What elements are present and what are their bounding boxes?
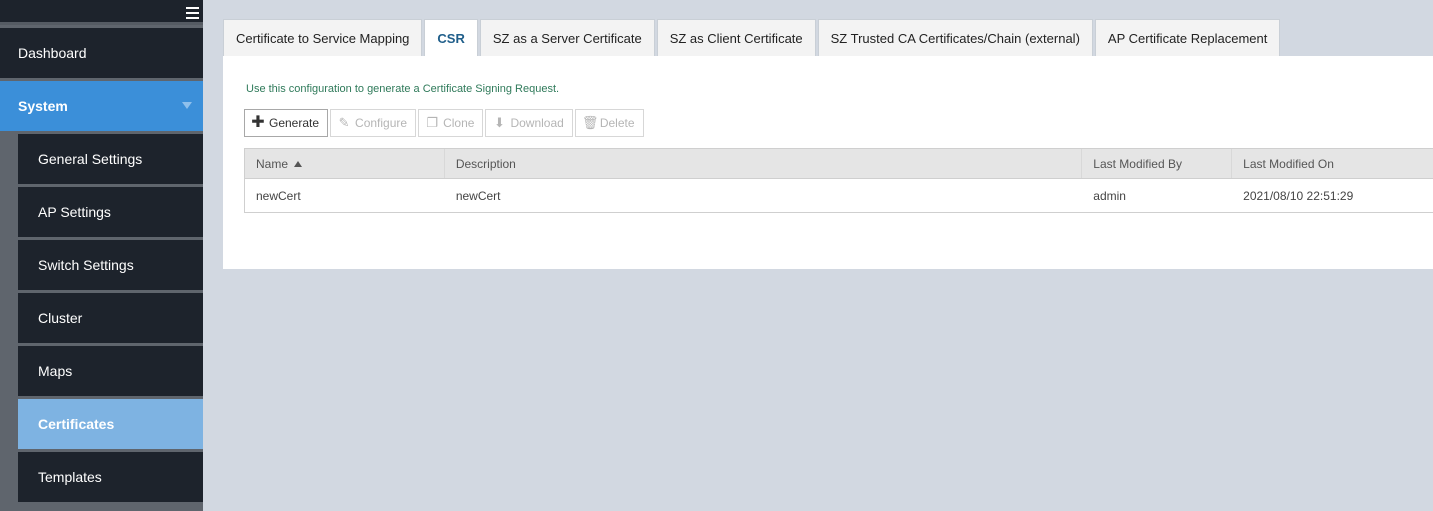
pencil-icon: ✎ (338, 115, 350, 130)
tab-bar: Certificate to Service Mapping CSR SZ as… (223, 19, 1282, 57)
sidebar-item-ap-settings[interactable]: AP Settings (18, 187, 203, 237)
sidebar-item-cluster[interactable]: Cluster (18, 293, 203, 343)
generate-button[interactable]: ✚ Generate (244, 109, 329, 137)
trash-icon: 🗑 (581, 115, 599, 130)
sidebar-item-general-settings[interactable]: General Settings (18, 134, 203, 184)
sidebar-item-label: Certificates (38, 416, 115, 432)
tab-sz-client-certificate[interactable]: SZ as Client Certificate (656, 19, 816, 57)
sidebar-item-label: Dashboard (18, 45, 87, 61)
configure-button[interactable]: ✎ Configure (330, 109, 417, 137)
sidebar-item-label: General Settings (38, 151, 143, 167)
sidebar: Dashboard System General Settings AP Set… (0, 0, 203, 511)
tab-ap-certificate-replacement[interactable]: AP Certificate Replacement (1094, 19, 1281, 57)
sidebar-item-switch-settings[interactable]: Switch Settings (18, 240, 203, 290)
delete-label: Delete (599, 116, 635, 130)
panel-hint: Use this configuration to generate a Cer… (246, 83, 560, 95)
sidebar-item-system[interactable]: System (0, 81, 203, 131)
cell-description: newCert (455, 188, 501, 203)
toolbar: ✚ Generate ✎ Configure ❐ Clone ⬇ Downloa… (244, 109, 646, 137)
clone-label: Clone (443, 116, 475, 130)
sidebar-item-label: AP Settings (38, 204, 111, 220)
csr-table: Name Description Last Modified By Last M… (244, 148, 1433, 213)
sidebar-item-templates[interactable]: Templates (18, 452, 203, 502)
sidebar-item-maps[interactable]: Maps (18, 346, 203, 396)
csr-panel: Use this configuration to generate a Cer… (223, 56, 1433, 269)
sidebar-item-label: Switch Settings (38, 257, 134, 273)
download-icon: ⬇ (493, 115, 505, 130)
column-header-last-modified-by[interactable]: Last Modified By (1082, 149, 1233, 178)
column-header-name[interactable]: Name (245, 149, 445, 178)
sidebar-item-label: Cluster (38, 310, 83, 326)
sidebar-header (0, 0, 203, 25)
sidebar-item-label: Templates (38, 469, 102, 485)
sort-ascending-icon (294, 160, 303, 167)
generate-label: Generate (269, 116, 320, 130)
table-header: Name Description Last Modified By Last M… (245, 149, 1433, 179)
configure-label: Configure (355, 116, 408, 130)
download-button[interactable]: ⬇ Download (485, 109, 573, 137)
column-header-last-modified-on[interactable]: Last Modified On (1232, 149, 1433, 178)
cell-last-modified-by: admin (1093, 188, 1126, 203)
caret-down-icon (182, 102, 192, 109)
hamburger-menu-icon[interactable] (186, 7, 199, 19)
copy-icon: ❐ (426, 115, 438, 130)
delete-button[interactable]: 🗑 Delete (574, 109, 644, 137)
cell-name: newCert (256, 188, 301, 203)
download-label: Download (510, 116, 564, 130)
sidebar-item-certificates[interactable]: Certificates (18, 399, 203, 449)
cell-last-modified-on: 2021/08/10 22:51:29 (1243, 188, 1354, 203)
column-header-description[interactable]: Description (445, 149, 1083, 178)
tab-sz-server-certificate[interactable]: SZ as a Server Certificate (479, 19, 655, 57)
clone-button[interactable]: ❐ Clone (418, 109, 484, 137)
tab-sz-trusted-ca[interactable]: SZ Trusted CA Certificates/Chain (extern… (817, 19, 1093, 57)
table-row[interactable]: newCert newCert admin 2021/08/10 22:51:2… (245, 179, 1433, 212)
tab-csr[interactable]: CSR (424, 19, 478, 57)
sidebar-item-label: System (18, 98, 68, 114)
plus-icon: ✚ (251, 114, 265, 131)
tab-certificate-to-service-mapping[interactable]: Certificate to Service Mapping (223, 19, 423, 57)
sidebar-item-label: Maps (38, 363, 73, 379)
sidebar-item-dashboard[interactable]: Dashboard (0, 28, 203, 78)
